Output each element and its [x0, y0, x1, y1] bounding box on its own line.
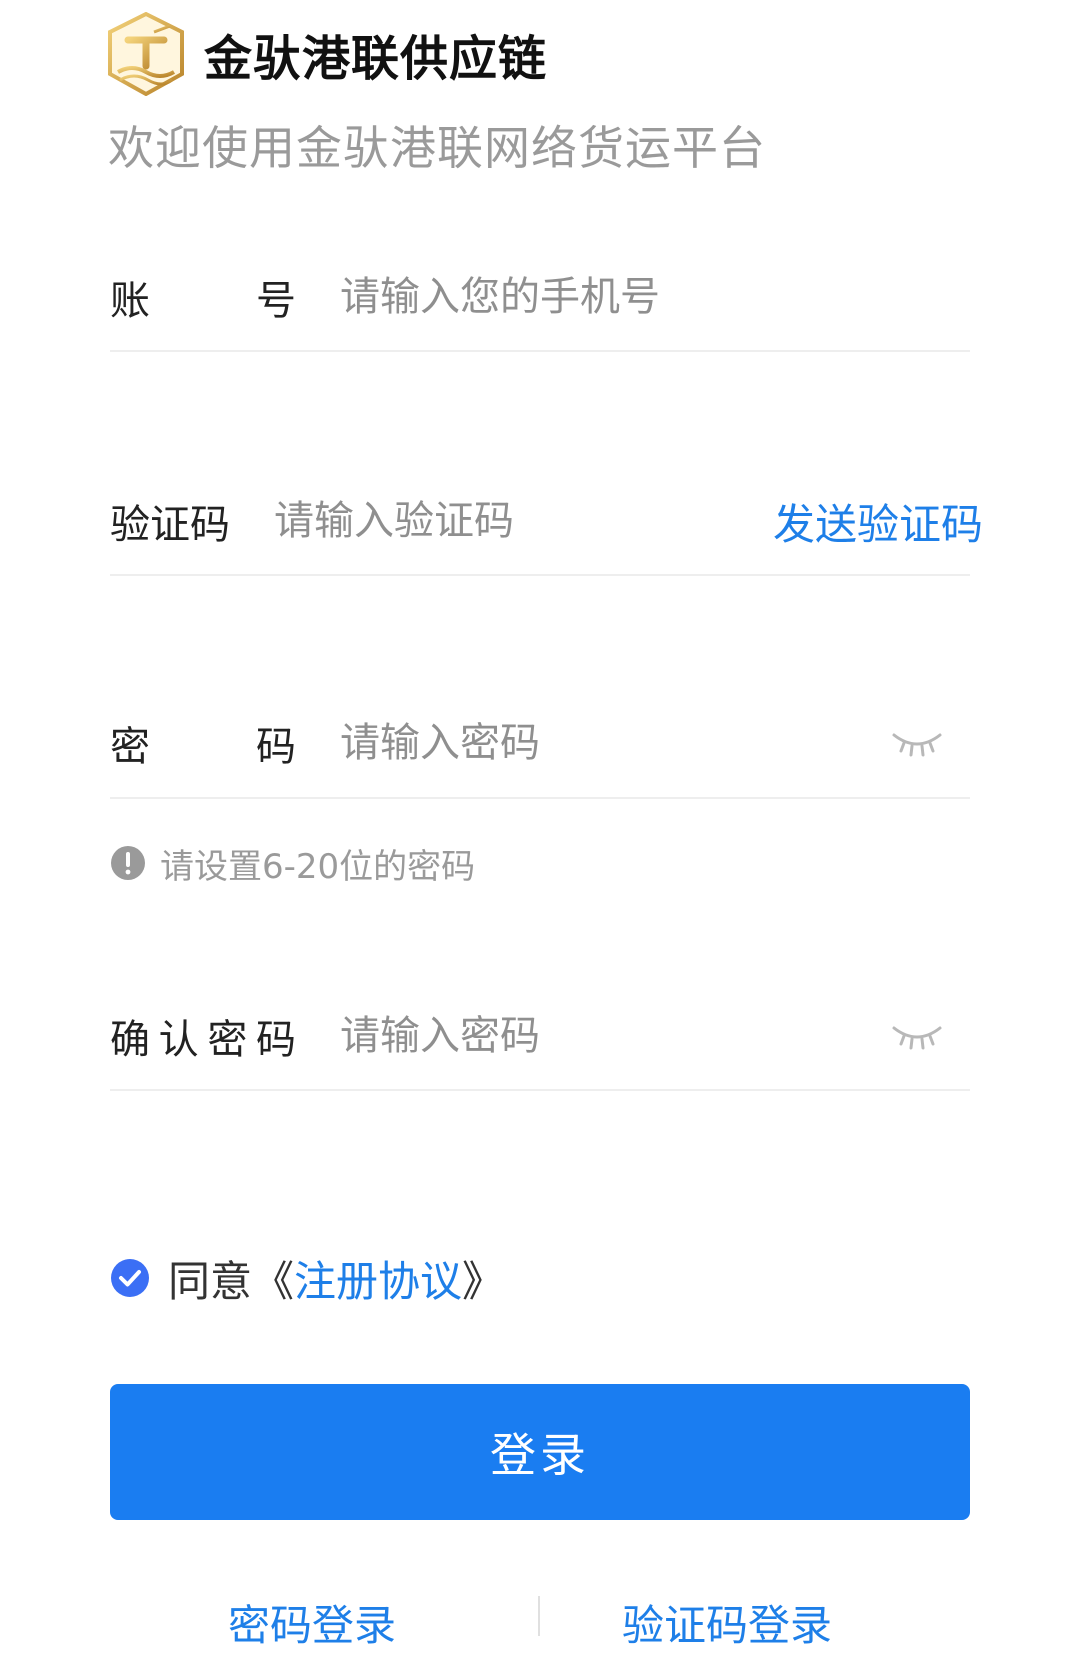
password-label-char: 码: [256, 724, 296, 770]
account-row: 账 号: [110, 262, 970, 332]
agreement-bracket-open: 《: [252, 1256, 295, 1306]
agreement-prefix: 同意: [168, 1256, 253, 1306]
password-hint: 请设置6-20位的密码: [110, 843, 475, 887]
divider: [110, 797, 970, 799]
confirm-label-char: 码: [255, 1017, 296, 1063]
confirm-label-char: 密: [207, 1017, 248, 1063]
eye-closed-icon[interactable]: [890, 727, 944, 759]
confirm-label-char: 确: [110, 1017, 150, 1063]
password-input[interactable]: [340, 720, 890, 766]
divider: [110, 350, 970, 352]
code-label-char: 证: [150, 502, 190, 548]
confirm-password-label: 确 认 密 码: [110, 1007, 296, 1065]
brand-name: 金驮港联供应链: [204, 31, 548, 87]
password-label: 密 码: [110, 714, 296, 772]
account-input[interactable]: [340, 274, 970, 320]
code-row: 验 证 码 发送验证码: [110, 486, 983, 556]
code-label: 验 证 码: [110, 492, 230, 550]
code-label-char: 码: [190, 502, 230, 548]
check-circle-icon[interactable]: [110, 1258, 150, 1298]
divider: [110, 574, 970, 576]
account-label-char: 账: [110, 278, 150, 324]
divider: [110, 1089, 970, 1091]
login-mode-tabs: 密码登录 验证码登录: [110, 1592, 970, 1652]
password-hint-text: 请设置6-20位的密码: [160, 846, 476, 887]
code-label-char: 验: [110, 502, 150, 548]
confirm-password-input[interactable]: [340, 1013, 890, 1059]
login-button[interactable]: 登录: [110, 1384, 970, 1520]
exclamation-circle-icon: [111, 846, 145, 880]
brand-header: 金驮港联供应链: [106, 10, 547, 98]
code-input[interactable]: [274, 498, 773, 544]
password-row: 密 码: [110, 708, 970, 778]
tab-divider: [538, 1596, 540, 1636]
tab-code-login[interactable]: 验证码登录: [622, 1592, 832, 1653]
send-code-button[interactable]: 发送验证码: [773, 491, 983, 552]
agreement-bracket-close: 》: [462, 1256, 505, 1306]
password-label-char: 密: [110, 724, 150, 770]
brand-logo-icon: [108, 12, 184, 96]
account-label: 账 号: [110, 268, 296, 326]
welcome-text: 欢迎使用金驮港联网络货运平台: [108, 121, 766, 175]
confirm-label-char: 认: [158, 1017, 199, 1063]
agreement-row: 同意 《 注册协议 》: [110, 1248, 504, 1308]
confirm-password-row: 确 认 密 码: [110, 1001, 970, 1071]
registration-agreement-link[interactable]: 注册协议: [294, 1248, 462, 1309]
tab-password-login[interactable]: 密码登录: [228, 1592, 396, 1653]
eye-closed-icon[interactable]: [890, 1020, 944, 1052]
account-label-char: 号: [256, 278, 296, 324]
